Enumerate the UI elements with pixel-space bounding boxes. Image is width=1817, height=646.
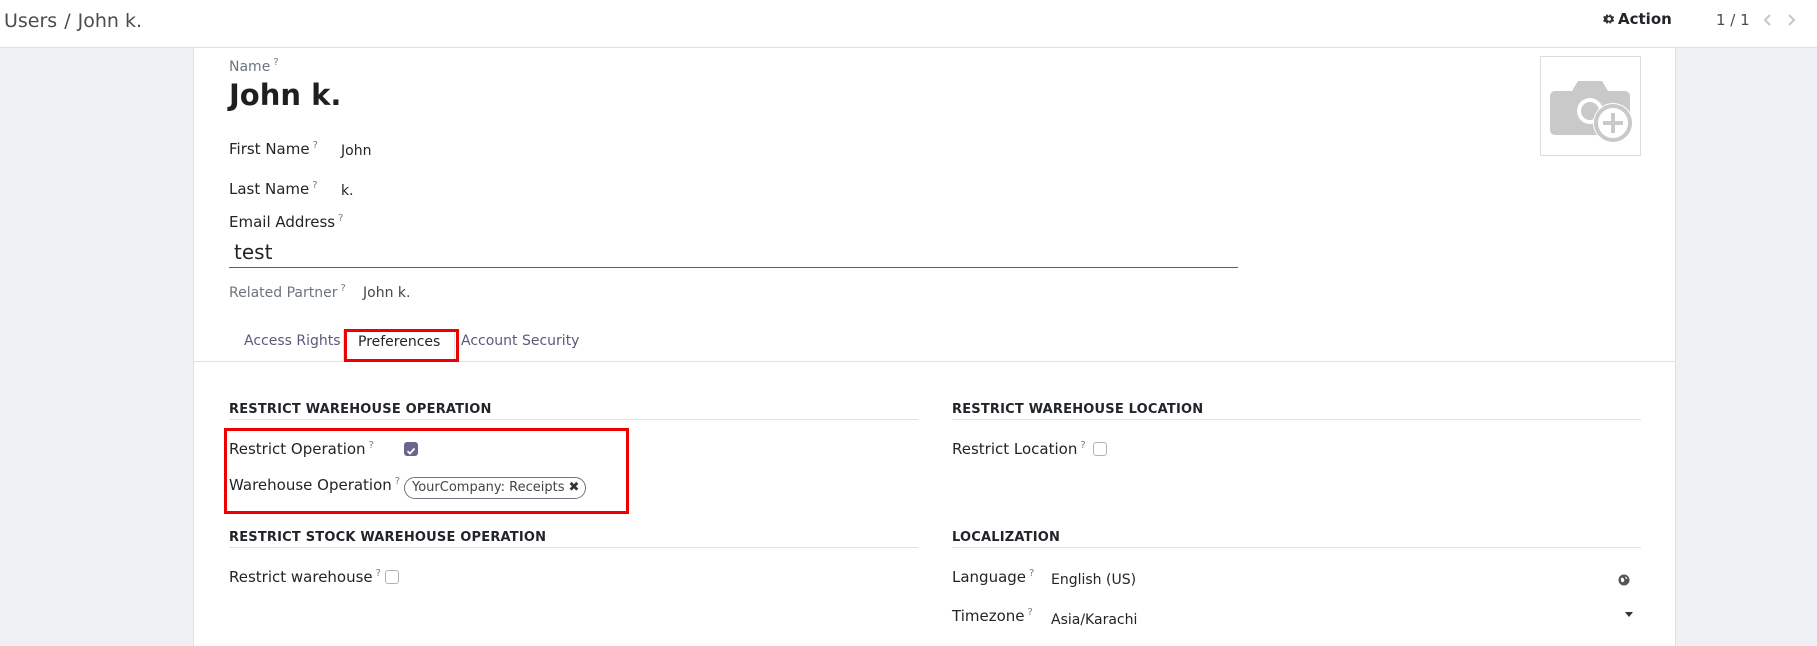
restrict-warehouse-checkbox[interactable] [385,570,399,584]
language-help-icon[interactable]: ? [1029,568,1034,579]
tag-label: YourCompany: Receipts [412,480,565,495]
camera-plus-icon [1550,81,1633,143]
name-help-icon[interactable]: ? [273,57,278,68]
section-divider [229,419,918,420]
section-divider [952,547,1641,548]
timezone-help-icon[interactable]: ? [1028,607,1033,618]
section-title-restrict-warehouse-operation: RESTRICT WAREHOUSE OPERATION [229,402,492,417]
breadcrumb-separator: / [64,10,71,32]
restrict-location-checkbox[interactable] [1093,442,1107,456]
language-select[interactable]: English (US) [1051,572,1136,588]
restrict-warehouse-label: Restrict warehouse? [229,568,381,586]
form-sheet: Name? John k. First Name? John Last Name… [193,48,1676,646]
section-title-restrict-warehouse-location: RESTRICT WAREHOUSE LOCATION [952,402,1204,417]
tab-access-rights[interactable]: Access Rights [244,333,341,349]
restrict-operation-help-icon[interactable]: ? [369,440,374,451]
warehouse-operation-label: Warehouse Operation? [229,476,401,494]
language-label: Language? [952,568,1035,586]
chevron-left-icon[interactable] [1758,10,1778,30]
chevron-right-icon[interactable] [1781,10,1801,30]
user-name-field[interactable]: John k. [229,78,341,112]
globe-icon[interactable] [1618,574,1630,586]
last-name-label: Last Name? [229,180,318,198]
section-title-restrict-stock-warehouse-operation: RESTRICT STOCK WAREHOUSE OPERATION [229,530,547,545]
breadcrumb: Users / John k. [4,10,142,32]
section-divider [952,419,1641,420]
name-label: Name? [229,57,279,75]
breadcrumb-parent[interactable]: Users [4,10,57,32]
control-panel: Users / John k. Action 1 / 1 [0,0,1817,48]
last-name-field[interactable]: k. [341,183,354,199]
warehouse-operation-tag: YourCompany: Receipts ✖ [404,477,587,499]
action-button[interactable]: Action [1603,10,1672,28]
checkmark-icon [406,447,416,455]
avatar-upload[interactable] [1540,56,1641,156]
restrict-operation-label: Restrict Operation? [229,440,374,458]
action-label: Action [1618,10,1672,28]
last-name-help-icon[interactable]: ? [312,180,317,191]
timezone-select[interactable]: Asia/Karachi [1051,612,1137,628]
breadcrumb-current: John k. [77,10,143,32]
related-partner-help-icon[interactable]: ? [341,283,346,294]
section-divider [229,547,918,548]
restrict-warehouse-help-icon[interactable]: ? [376,568,381,579]
email-help-icon[interactable]: ? [338,213,343,224]
warehouse-operation-help-icon[interactable]: ? [395,476,400,487]
pager-value[interactable]: 1 / 1 [1716,11,1750,29]
first-name-help-icon[interactable]: ? [313,140,318,151]
notebook-tabs: Access Rights Preferences Account Securi… [194,330,1675,362]
first-name-field[interactable]: John [341,143,371,159]
caret-down-icon[interactable] [1625,612,1633,617]
first-name-label: First Name? [229,140,318,158]
related-partner-label: Related Partner? [229,283,346,301]
email-label: Email Address? [229,213,344,231]
restrict-location-label: Restrict Location? [952,440,1086,458]
gear-icon [1603,14,1615,24]
timezone-label: Timezone? [952,607,1033,625]
related-partner-link[interactable]: John k. [363,285,410,301]
email-field[interactable] [229,236,1238,268]
close-icon[interactable]: ✖ [569,478,580,498]
restrict-operation-checkbox[interactable] [404,442,418,456]
section-title-localization: LOCALIZATION [952,530,1061,545]
tab-preferences[interactable]: Preferences [343,330,456,362]
restrict-location-help-icon[interactable]: ? [1080,440,1085,451]
tab-account-security[interactable]: Account Security [461,333,579,349]
